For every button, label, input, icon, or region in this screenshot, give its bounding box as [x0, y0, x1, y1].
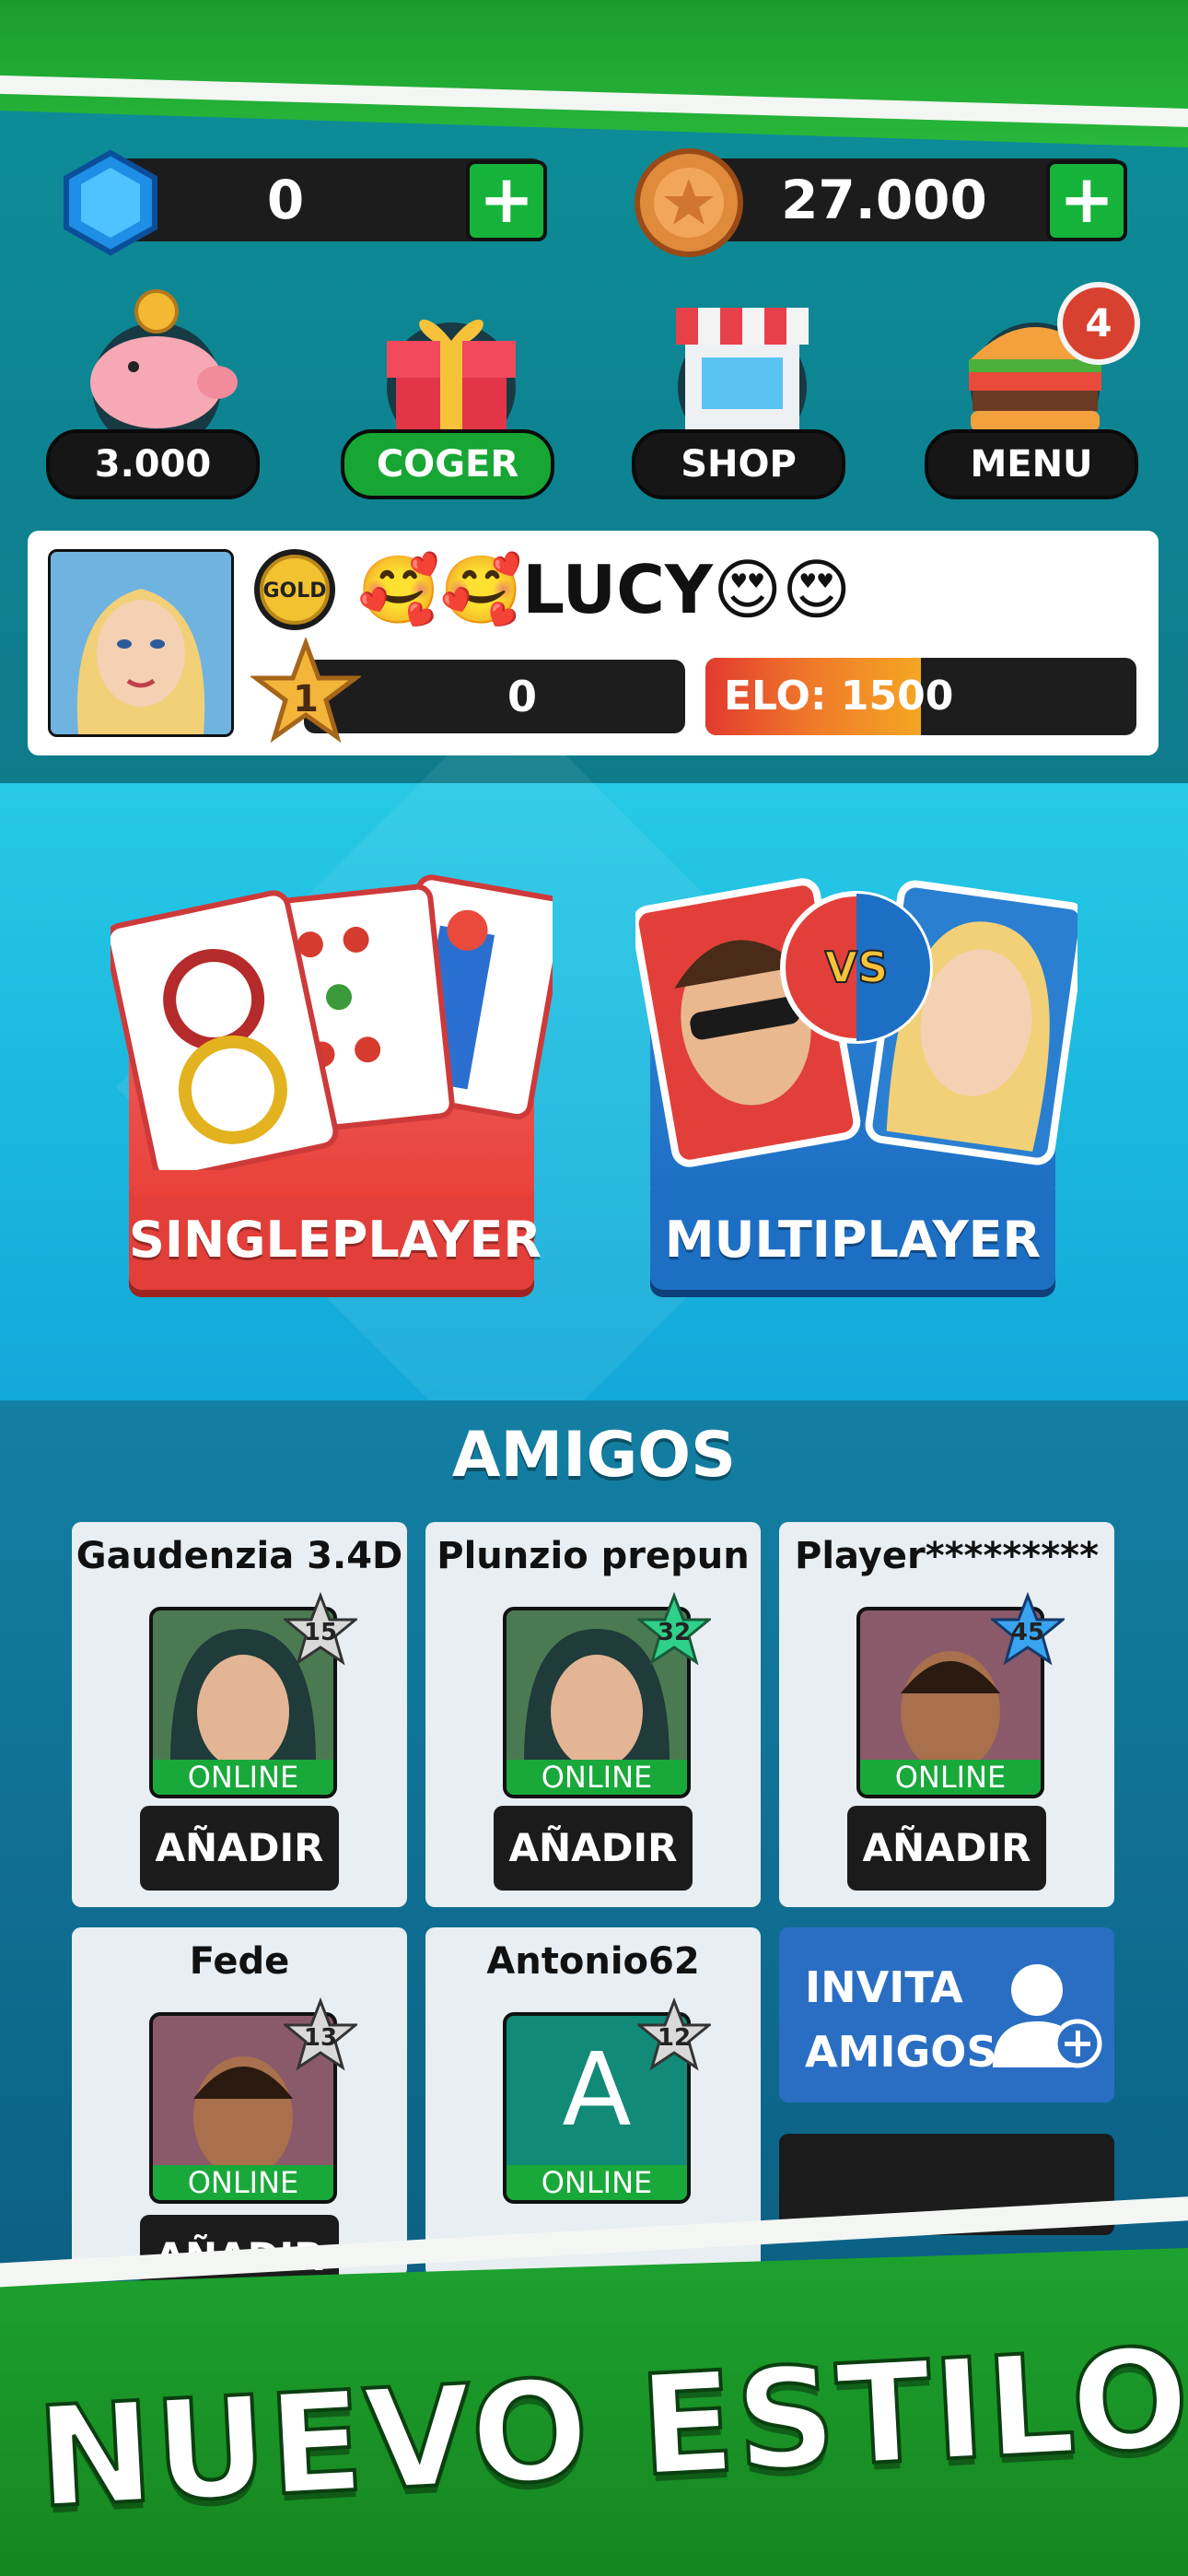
friends-title: AMIGOS	[451, 1419, 737, 1492]
friend-name: Gaudenzia 3.4D	[76, 1535, 403, 1577]
friend-card[interactable]: Player********* ONLINE 45 AÑADIR	[779, 1522, 1114, 1907]
piggy-bank-label: 3.000	[46, 429, 260, 499]
cards-icon	[111, 874, 553, 1170]
name-suffix-emoji: 😍😍	[713, 551, 852, 628]
gift-action[interactable]: COGER	[341, 286, 562, 507]
friend-card[interactable]: Gaudenzia 3.4D ONLINE 15 AÑADIR	[72, 1522, 407, 1907]
level-star-icon: 1	[250, 638, 361, 744]
invite-label: INVITA AMIGOS	[805, 1962, 997, 2077]
player-name: LUCY	[522, 551, 714, 628]
coin-icon	[635, 148, 743, 257]
friend-level: 45	[1011, 1619, 1044, 1646]
gold-badge-icon: GOLD	[254, 549, 335, 630]
level-star-icon: 12	[637, 1997, 711, 2071]
friend-name: Player*********	[795, 1535, 1099, 1577]
friend-card[interactable]: Plunzio prepun ONLINE 32 AÑADIR	[425, 1522, 761, 1907]
online-status: ONLINE	[507, 1760, 687, 1795]
name-prefix-emoji: 🥰🥰	[357, 551, 523, 628]
elo-bar: ELO: 1500	[705, 658, 1136, 735]
level-star-icon: 15	[284, 1592, 357, 1666]
online-status: ONLINE	[507, 2165, 687, 2200]
friend-name: Plunzio prepun	[437, 1535, 750, 1577]
level-star-icon: 13	[284, 1997, 357, 2071]
piggy-bank-action[interactable]: 3.000	[46, 286, 267, 507]
gift-icon	[387, 319, 516, 442]
shop-label: SHOP	[632, 429, 845, 499]
friend-name: Fede	[189, 1940, 290, 1983]
shop-icon	[676, 308, 809, 442]
add-friend-button[interactable]: AÑADIR	[140, 1806, 339, 1891]
friend-level: 12	[658, 2024, 691, 2052]
add-friend-button[interactable]: AÑADIR	[494, 1806, 693, 1891]
online-status: ONLINE	[153, 2165, 333, 2200]
add-friend-button[interactable]: AÑADIR	[847, 1806, 1046, 1891]
level-star-icon: 32	[637, 1592, 711, 1666]
menu-action[interactable]: 4 MENU	[925, 282, 1146, 507]
singleplayer-label: SINGLEPLAYER	[129, 1211, 542, 1269]
vs-text: VS	[825, 943, 889, 992]
friend-name: Antonio62	[486, 1940, 700, 1983]
avatar[interactable]	[48, 549, 234, 737]
friend-card[interactable]: Fede ONLINE 13 AÑADIR	[72, 1927, 407, 2300]
gem-icon	[64, 149, 157, 256]
versus-icon: VS	[635, 878, 1077, 1167]
player-name-row: 🥰🥰LUCY😍😍	[357, 545, 851, 634]
level-star-icon: 45	[991, 1592, 1065, 1666]
xp-value: 0	[507, 672, 537, 721]
online-status: ONLINE	[153, 1760, 333, 1795]
add-user-icon	[993, 1964, 1102, 2068]
add-coins-button[interactable]: +	[1046, 160, 1127, 241]
menu-label: MENU	[925, 429, 1138, 499]
shop-action[interactable]: SHOP	[632, 286, 853, 507]
online-status: ONLINE	[860, 1760, 1041, 1795]
add-gems-button[interactable]: +	[466, 160, 547, 241]
level-value: 1	[293, 678, 319, 720]
avatar-portrait	[51, 552, 231, 734]
friend-level: 13	[304, 2024, 337, 2052]
piggy-bank-icon	[90, 289, 238, 442]
multiplayer-label: MULTIPLAYER	[664, 1211, 1042, 1269]
friend-level: 15	[304, 1619, 337, 1646]
elo-label: ELO: 1500	[724, 673, 954, 720]
gold-badge-text: GOLD	[262, 580, 326, 603]
xp-bar: 0	[304, 660, 685, 733]
invite-friends-button[interactable]: INVITA AMIGOS	[779, 1927, 1114, 2102]
friend-level: 32	[658, 1619, 691, 1646]
menu-badge: 4	[1057, 282, 1140, 365]
gift-label: COGER	[341, 429, 554, 499]
